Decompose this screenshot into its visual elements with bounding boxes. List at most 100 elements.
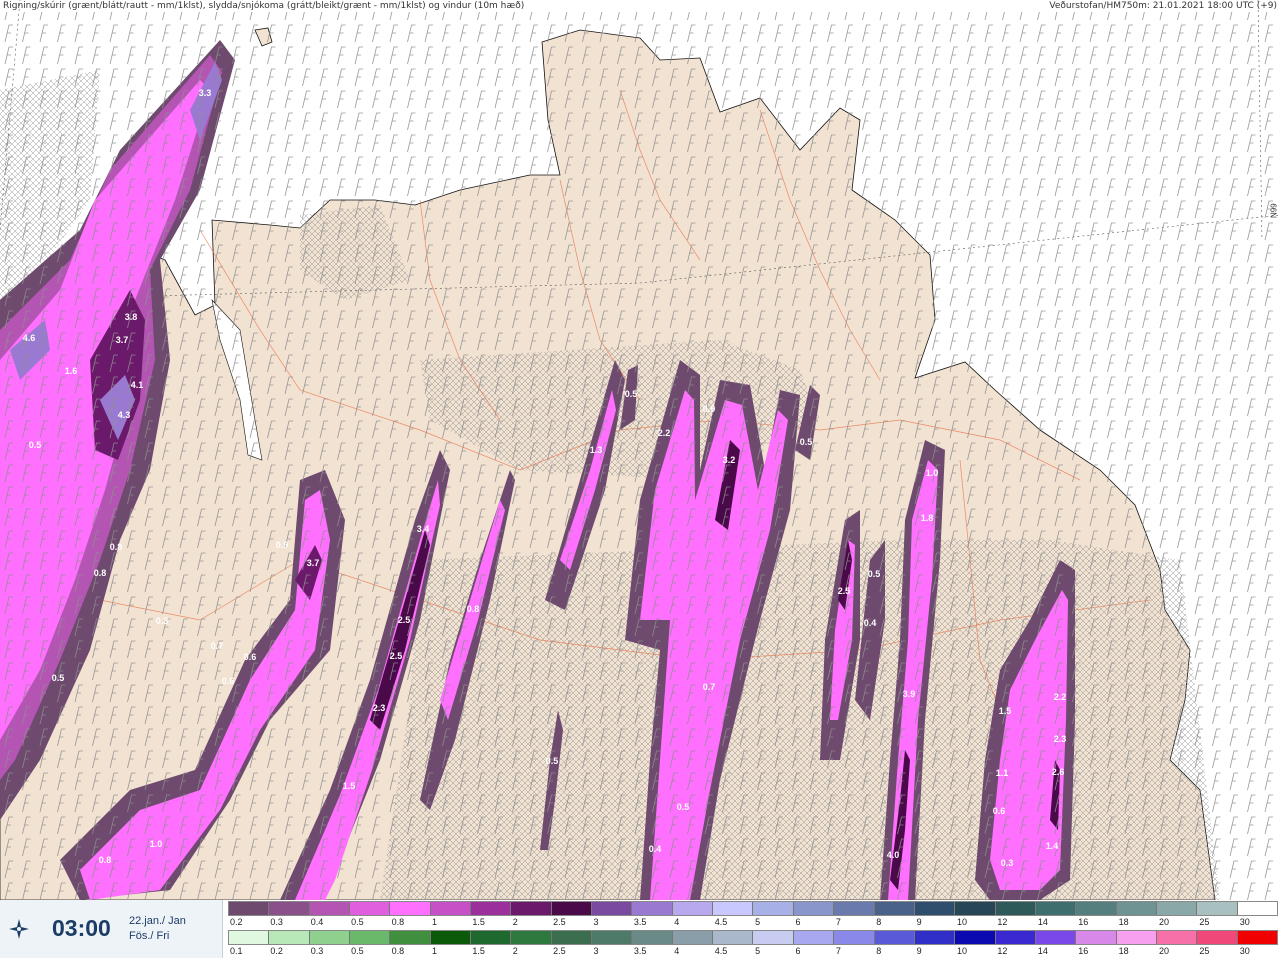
rain-legend-tick: 1: [431, 946, 437, 956]
rain-legend-swatch: [1237, 931, 1277, 944]
rain-legend-swatch: [995, 931, 1036, 944]
precipitation-value: 3.9: [903, 689, 916, 699]
snow-legend-swatch: [632, 902, 673, 915]
precipitation-value: 0.8: [94, 568, 107, 578]
snow-legend-tick: 2.5: [553, 917, 566, 927]
rain-legend-swatch: [955, 931, 996, 944]
snow-legend-tick: 1.5: [472, 917, 485, 927]
snow-legend-swatch: [793, 902, 835, 915]
rain-legend-tick: 2.5: [553, 946, 566, 956]
map-title: Rigning/skúrir (grænt/blátt/rautt - mm/1…: [3, 1, 525, 11]
snow-legend-tick: 1: [431, 917, 437, 927]
rain-legend-tick: 7: [835, 946, 841, 956]
snow-legend-swatch: [995, 902, 1036, 915]
rain-legend-swatch: [471, 931, 512, 944]
precipitation-value: 1.1: [996, 768, 1009, 778]
snow-legend-tick: 4: [674, 917, 680, 927]
rain-legend-swatch: [753, 931, 794, 944]
snow-legend-tick: 4.5: [714, 917, 728, 927]
rain-legend-tick: 3.5: [633, 946, 647, 956]
rain-legend-swatch: [713, 931, 754, 944]
rain-legend-swatch: [350, 931, 391, 944]
precipitation-value: 0.5: [800, 437, 813, 447]
snow-legend-swatch: [1156, 902, 1198, 915]
precipitation-value: 1.0: [150, 839, 163, 849]
snow-legend-swatch: [914, 902, 956, 915]
snow-legend-swatch: [350, 902, 391, 915]
snow-legend-swatch: [672, 902, 714, 915]
rain-legend-swatch: [1116, 931, 1157, 944]
snow-legend-swatch: [874, 902, 915, 915]
precipitation-value: 0.6: [993, 806, 1006, 816]
precipitation-value: 0.6: [244, 652, 257, 662]
snow-legend-tick: 0.3: [270, 917, 283, 927]
precipitation-value: 4.3: [118, 410, 131, 420]
snow-legend-swatch: [1237, 902, 1277, 915]
precipitation-value: 1.8: [111, 125, 124, 135]
rain-legend-swatch: [672, 931, 714, 944]
rain-legend-tick: 5: [755, 946, 761, 956]
precipitation-value: 4.1: [131, 380, 144, 390]
precipitation-value: 4.6: [23, 333, 36, 343]
rain-legend-ticks: 0.1 0.2 0.3 0.5 0.8 1 1.5 2 2.5 3 3.5 4 4.5 5 6 7 8 9 10 12…: [228, 945, 1278, 957]
rain-legend-tick: 0.8: [391, 946, 405, 956]
snow-legend-tick: 3.5: [633, 917, 647, 927]
snow-legend-tick: 2: [512, 917, 518, 927]
precipitation-value: 2.6: [1052, 767, 1065, 777]
snow-legend-swatch: [229, 902, 270, 915]
snow-legend-tick: 3: [593, 917, 599, 927]
rain-legend-swatch: [834, 931, 875, 944]
rain-legend-tick: 0.5: [351, 946, 364, 956]
snow-legend-swatch: [753, 902, 794, 915]
wind-rose-icon: [9, 919, 29, 939]
bottom-bar: 03:00 22.jan./ Jan Fös./ Fri 0.2 0.3 0.4 0.…: [0, 900, 1280, 958]
rain-legend-swatch: [874, 931, 915, 944]
precipitation-value: 0.4: [864, 618, 877, 628]
rain-legend-tick: 12: [997, 946, 1008, 956]
snow-legend-tick: 7: [835, 917, 841, 927]
precipitation-value: 0.3: [1001, 858, 1014, 868]
snow-color-legend: [228, 901, 1278, 916]
precipitation-value: 1.5: [999, 706, 1012, 716]
rain-legend-swatch: [1156, 931, 1198, 944]
precipitation-value: 0.5: [546, 756, 559, 766]
rain-legend-tick: 3: [593, 946, 599, 956]
rain-legend-swatch: [914, 931, 956, 944]
snow-legend-swatch: [834, 902, 875, 915]
rain-legend-swatch: [309, 931, 351, 944]
snow-legend-tick: 10: [957, 917, 968, 927]
rain-legend-tick: 20: [1158, 946, 1169, 956]
snow-legend-swatch: [309, 902, 351, 915]
precipitation-value: 2.3: [1054, 734, 1067, 744]
snow-legend-swatch: [592, 902, 633, 915]
snow-legend-swatch: [1197, 902, 1238, 915]
rain-legend-swatch: [632, 931, 673, 944]
precipitation-value: 0.6: [222, 676, 235, 686]
snow-legend-swatch: [955, 902, 996, 915]
precipitation-value: 2.5: [838, 586, 851, 596]
precipitation-value: 2.5: [390, 651, 403, 661]
precipitation-value: 2.5: [398, 615, 411, 625]
latitude-label: 66N: [1269, 203, 1278, 218]
forecast-time: 03:00: [52, 915, 111, 941]
precipitation-value: 4.0: [887, 850, 900, 860]
precipitation-value: 1.0: [926, 468, 939, 478]
precipitation-value: 0.9: [276, 540, 289, 550]
precipitation-value: 3.7: [307, 558, 320, 568]
forecast-date: 22.jan./ Jan: [129, 915, 186, 927]
snow-legend-tick: 12: [997, 917, 1008, 927]
snow-legend-tick: 25: [1199, 917, 1210, 927]
rain-legend-tick: 1.5: [472, 946, 485, 956]
precipitation-value: 0.7: [211, 641, 224, 651]
precipitation-value: 0.8: [110, 542, 123, 552]
time-panel: 03:00 22.jan./ Jan Fös./ Fri: [0, 900, 223, 958]
precipitation-value: 3.2: [723, 455, 736, 465]
snow-legend-tick: 0.2: [230, 917, 243, 927]
snow-legend-swatch: [1035, 902, 1077, 915]
precipitation-value: 3.7: [116, 335, 129, 345]
precipitation-value: 0.5: [29, 440, 42, 450]
snow-legend-swatch: [269, 902, 310, 915]
precipitation-value: 1.8: [921, 513, 934, 523]
precipitation-value: 2.2: [1054, 692, 1067, 702]
precipitation-value: 1.4: [1046, 841, 1059, 851]
